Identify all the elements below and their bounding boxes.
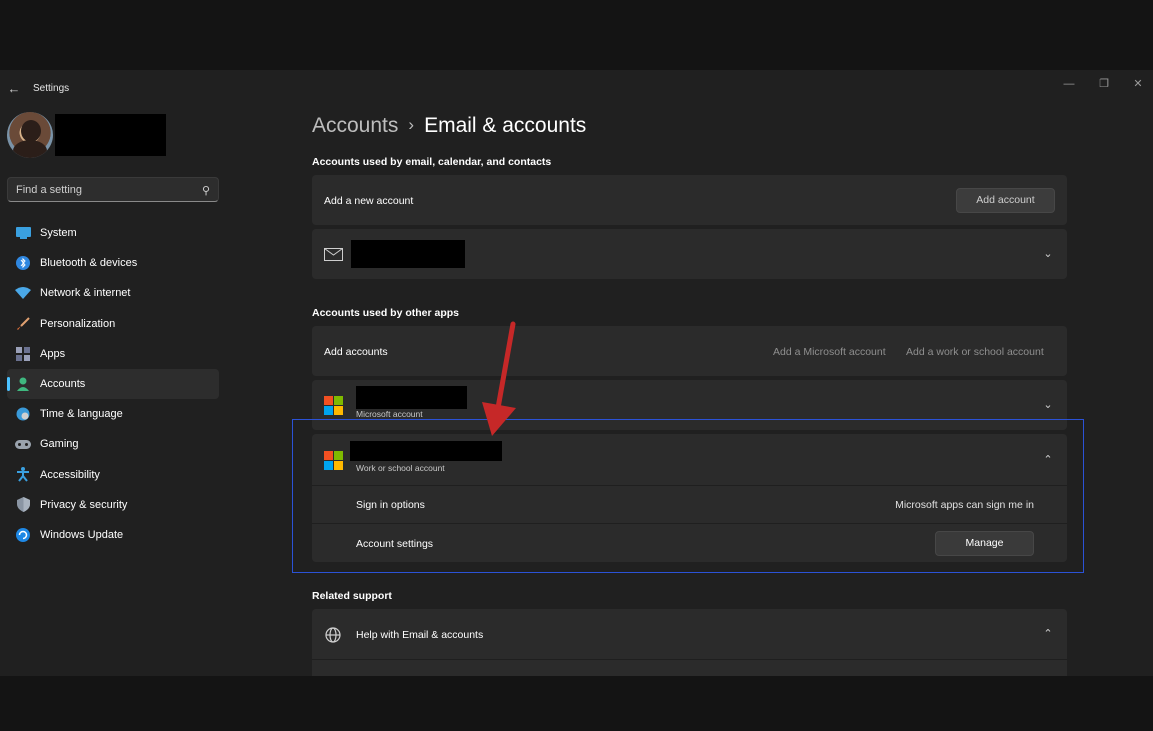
sidebar-item-gaming[interactable]: Gaming xyxy=(7,429,219,459)
clock-globe-icon xyxy=(15,406,31,422)
help-email-accounts-label: Help with Email & accounts xyxy=(356,629,484,641)
accessibility-icon xyxy=(15,467,31,483)
sidebar-item-accessibility[interactable]: Accessibility xyxy=(7,460,219,490)
email-account-row[interactable]: ⌄ xyxy=(312,229,1067,279)
chevron-up-icon[interactable]: ⌃ xyxy=(1041,627,1055,641)
page-title: Email & accounts xyxy=(424,114,587,137)
sidebar-item-label: Accounts xyxy=(40,378,86,391)
divider xyxy=(312,659,1067,660)
sidebar-item-label: Apps xyxy=(40,347,66,360)
sidebar-item-label: Privacy & security xyxy=(40,498,128,511)
chevron-down-icon[interactable]: ⌄ xyxy=(1041,247,1055,261)
search-input[interactable]: Find a setting ⚲ xyxy=(7,177,219,202)
mail-icon xyxy=(324,248,343,266)
microsoft-logo-icon xyxy=(324,396,343,415)
redacted-email-address xyxy=(351,240,465,268)
search-icon: ⚲ xyxy=(201,185,210,197)
add-accounts-card: Add accounts Add a Microsoft account Add… xyxy=(312,326,1067,376)
sidebar-item-label: Accessibility xyxy=(40,468,100,481)
breadcrumb-parent[interactable]: Accounts xyxy=(312,114,398,137)
microsoft-account-subtitle: Microsoft account xyxy=(356,409,423,419)
sidebar-item-label: Personalization xyxy=(40,317,116,330)
sidebar-item-windows-update[interactable]: Windows Update xyxy=(7,520,219,550)
sidebar-item-label: Gaming xyxy=(40,438,79,451)
section-title-related-support: Related support xyxy=(312,590,392,602)
sidebar-item-time-language[interactable]: Time & language xyxy=(7,399,219,429)
sidebar-item-bluetooth[interactable]: Bluetooth & devices xyxy=(7,248,219,278)
add-work-school-account-link[interactable]: Add a work or school account xyxy=(906,346,1044,358)
close-icon[interactable]: ✕ xyxy=(1123,74,1153,94)
minimize-icon[interactable]: — xyxy=(1054,74,1084,94)
letterbox-top xyxy=(0,0,1153,70)
sidebar-item-label: Bluetooth & devices xyxy=(40,257,138,270)
redacted-microsoft-account-name xyxy=(356,386,467,409)
gamepad-icon xyxy=(15,436,31,452)
annotation-arrow-icon xyxy=(482,321,516,436)
help-email-accounts-card[interactable]: Help with Email & accounts ⌃ xyxy=(312,609,1067,676)
redacted-username xyxy=(55,114,166,156)
breadcrumb: Accounts › Email & accounts xyxy=(312,114,586,138)
add-microsoft-account-link[interactable]: Add a Microsoft account xyxy=(773,346,886,358)
sidebar-item-label: Windows Update xyxy=(40,528,124,541)
brush-icon xyxy=(15,316,31,332)
avatar[interactable] xyxy=(7,112,53,158)
add-new-account-label: Add a new account xyxy=(324,195,414,207)
update-icon xyxy=(15,527,31,543)
title-bar: ← Settings — ❐ ✕ xyxy=(0,70,1153,106)
apps-icon xyxy=(15,346,31,362)
sidebar-item-personalization[interactable]: Personalization xyxy=(7,309,219,339)
add-accounts-label: Add accounts xyxy=(324,346,388,358)
bluetooth-icon xyxy=(15,255,31,271)
sidebar-item-privacy[interactable]: Privacy & security xyxy=(7,490,219,520)
section-title-email: Accounts used by email, calendar, and co… xyxy=(312,156,552,168)
back-arrow-icon[interactable]: ← xyxy=(4,80,24,98)
annotation-highlight-box xyxy=(292,419,1084,573)
sidebar-item-system[interactable]: System xyxy=(7,218,219,248)
person-icon xyxy=(15,376,31,392)
shield-icon xyxy=(15,497,31,513)
sidebar-item-label: System xyxy=(40,227,77,240)
sidebar-item-network[interactable]: Network & internet xyxy=(7,278,219,308)
section-title-other-apps: Accounts used by other apps xyxy=(312,307,460,319)
add-new-account-card: Add a new account Add account xyxy=(312,175,1067,225)
sidebar-item-accounts[interactable]: Accounts xyxy=(7,368,219,400)
sidebar-item-label: Network & internet xyxy=(40,287,131,300)
add-account-button[interactable]: Add account xyxy=(956,188,1055,213)
chevron-down-icon[interactable]: ⌄ xyxy=(1041,398,1055,412)
breadcrumb-separator: › xyxy=(408,115,415,134)
restore-icon[interactable]: ❐ xyxy=(1089,74,1119,94)
search-placeholder: Find a setting xyxy=(16,184,83,196)
wifi-icon xyxy=(15,285,31,301)
sidebar-nav: System Bluetooth & devices Network & int… xyxy=(7,218,219,550)
app-title: Settings xyxy=(33,83,70,94)
sidebar-item-apps[interactable]: Apps xyxy=(7,339,219,369)
sidebar-item-label: Time & language xyxy=(40,408,123,421)
system-icon xyxy=(15,225,31,241)
letterbox-bottom xyxy=(0,676,1153,731)
settings-window: ← Settings — ❐ ✕ Find a setting ⚲ System… xyxy=(0,70,1153,676)
globe-icon xyxy=(325,627,341,648)
